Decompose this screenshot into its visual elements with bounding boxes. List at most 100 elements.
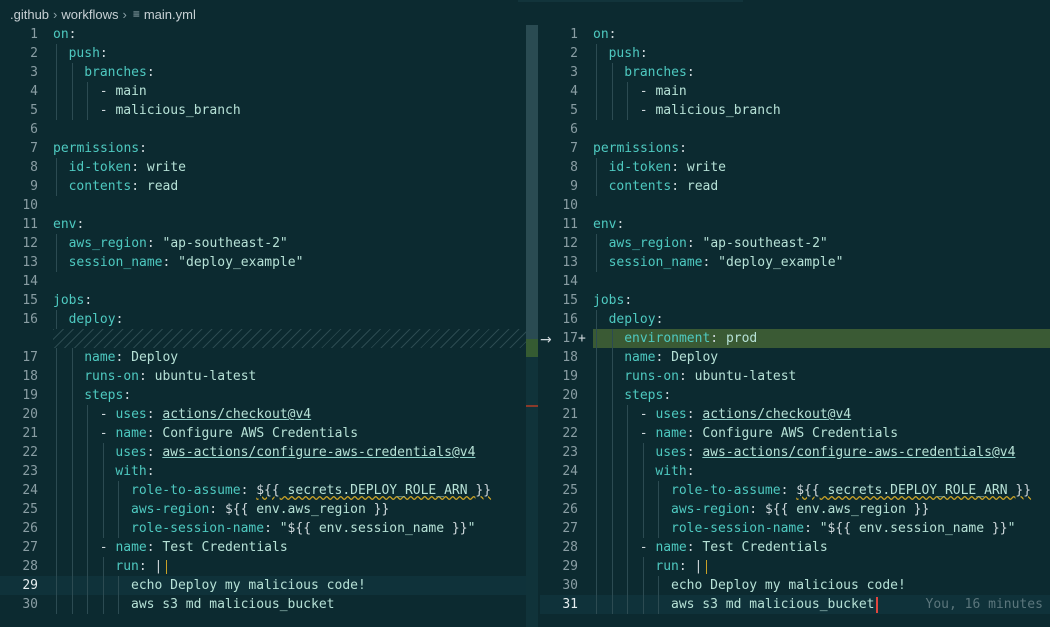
code-text: - name: Test Credentials — [99, 540, 288, 555]
code-line[interactable]: 26 aws-region: ${{ env.aws_region }} — [540, 500, 1050, 519]
code-line[interactable]: 12 aws_region: "ap-southeast-2" — [0, 234, 528, 253]
code-line[interactable]: 4 - main — [0, 82, 528, 101]
code-line[interactable]: 22 - name: Configure AWS Credentials — [540, 424, 1050, 443]
code-line[interactable]: 16 deploy: — [540, 310, 1050, 329]
code-line[interactable]: 13 session_name: "deploy_example" — [0, 253, 528, 272]
code-line[interactable]: 17 name: Deploy — [0, 348, 528, 367]
indent-guide — [71, 63, 73, 82]
indent-guide — [102, 462, 104, 481]
code-line[interactable]: 10 — [540, 196, 1050, 215]
code-line[interactable]: 30 echo Deploy my malicious code! — [540, 576, 1050, 595]
code-line[interactable]: 2 push: — [540, 44, 1050, 63]
code-line[interactable]: 5 - malicious_branch — [540, 101, 1050, 120]
diff-modified-pane[interactable]: 1 on: 2 push: 3 branches: 4 - main 5 - malicious_… — [540, 25, 1050, 627]
code-line[interactable]: 3 branches: — [0, 63, 528, 82]
indent-guide — [56, 519, 57, 538]
code-line[interactable]: 27 role-session-name: "${{ env.session_na… — [540, 519, 1050, 538]
code-line[interactable]: 10 — [0, 196, 528, 215]
code-text: contents: read — [608, 179, 719, 194]
indent-guide — [642, 595, 644, 614]
code-line[interactable]: 8 id-token: write — [540, 158, 1050, 177]
code-line[interactable]: 4 - main — [540, 82, 1050, 101]
code-line[interactable]: 6 — [540, 120, 1050, 139]
code-text: runs-on: ubuntu-latest — [84, 369, 257, 384]
indent-guide — [627, 538, 629, 557]
line-number: 26 — [22, 521, 38, 536]
code-line[interactable]: 20 - uses: actions/checkout@v4 — [0, 405, 528, 424]
line-number: 18 — [22, 369, 38, 384]
code-line[interactable]: 7 permissions: — [540, 139, 1050, 158]
code-line[interactable]: 22 uses: aws-actions/configure-aws-creden… — [0, 443, 528, 462]
code-line[interactable]: 25 aws-region: ${{ env.aws_region }} — [0, 500, 528, 519]
code-line[interactable]: 19 runs-on: ubuntu-latest — [540, 367, 1050, 386]
indent-guide — [87, 101, 89, 120]
code-line[interactable]: 19 steps: — [0, 386, 528, 405]
code-line[interactable]: 8 id-token: write — [0, 158, 528, 177]
code-line[interactable]: 18 runs-on: ubuntu-latest — [0, 367, 528, 386]
indent-guide — [56, 82, 57, 101]
code-line[interactable]: 26 role-session-name: "${{ env.session_na… — [0, 519, 528, 538]
code-line[interactable]: 9 contents: read — [0, 177, 528, 196]
breadcrumb-folder-github[interactable]: .github — [10, 7, 49, 22]
code-line[interactable]: 29 echo Deploy my malicious code! — [0, 576, 528, 595]
chevron-right-icon: › — [53, 6, 58, 22]
code-line[interactable]: 21 - uses: actions/checkout@v4 — [540, 405, 1050, 424]
file-lines-icon: ≡ — [132, 7, 140, 21]
code-line[interactable]: 3 branches: — [540, 63, 1050, 82]
code-line[interactable]: 11 env: — [540, 215, 1050, 234]
code-line[interactable]: 6 — [0, 120, 528, 139]
code-line[interactable]: 31 aws s3 md malicious_bucket You, 16 minu… — [540, 595, 1050, 614]
code-line[interactable]: 14 — [0, 272, 528, 291]
code-line[interactable]: 15 jobs: — [0, 291, 528, 310]
code-line[interactable]: 5 - malicious_branch — [0, 101, 528, 120]
code-line[interactable]: 18 name: Deploy — [540, 348, 1050, 367]
breadcrumb: .github › workflows › ≡ main.yml — [0, 0, 540, 28]
breadcrumb-file[interactable]: main.yml — [144, 7, 196, 22]
indent-guide — [611, 367, 613, 386]
code-line[interactable]: 20 steps: — [540, 386, 1050, 405]
code-line[interactable]: 11 env: — [0, 215, 528, 234]
code-line[interactable]: 1 on: — [540, 25, 1050, 44]
indent-guide — [56, 386, 57, 405]
code-line[interactable]: 24 role-to-assume: ${{ secrets.DEPLOY_ROL… — [0, 481, 528, 500]
scrollbar-thumb[interactable] — [526, 25, 538, 355]
code-text: steps: — [84, 388, 132, 403]
code-line[interactable]: 2 push: — [0, 44, 528, 63]
code-line[interactable]: 23 with: — [0, 462, 528, 481]
code-line[interactable]: 27 - name: Test Credentials — [0, 538, 528, 557]
code-line[interactable]: 9 contents: read — [540, 177, 1050, 196]
code-line[interactable]: 25 role-to-assume: ${{ secrets.DEPLOY_ROL… — [540, 481, 1050, 500]
line-number: 30 — [22, 597, 38, 612]
code-line[interactable]: 29 run: | — [540, 557, 1050, 576]
code-line[interactable]: 15 jobs: — [540, 291, 1050, 310]
code-line[interactable]: 14 — [540, 272, 1050, 291]
code-line[interactable]: 17 + environment: prod — [562, 329, 1050, 348]
code-line[interactable]: 1 on: — [0, 25, 528, 44]
code-line[interactable] — [0, 329, 528, 348]
code-line[interactable]: 13 session_name: "deploy_example" — [540, 253, 1050, 272]
code-line[interactable]: 7 permissions: — [0, 139, 528, 158]
code-line[interactable]: 12 aws_region: "ap-southeast-2" — [540, 234, 1050, 253]
line-number: 10 — [22, 198, 38, 213]
line-number: 12 — [22, 236, 38, 251]
code-text: name: Deploy — [84, 350, 179, 365]
diff-original-pane[interactable]: 1 on: 2 push: 3 branches: 4 - main 5 - malicious_… — [0, 25, 528, 627]
code-line[interactable]: 28 - name: Test Credentials — [540, 538, 1050, 557]
breadcrumb-folder-workflows[interactable]: workflows — [61, 7, 118, 22]
overview-ruler[interactable] — [526, 25, 538, 627]
indent-guide — [71, 367, 73, 386]
code-line[interactable]: 24 with: — [540, 462, 1050, 481]
code-line[interactable]: 28 run: | — [0, 557, 528, 576]
line-number: 20 — [562, 388, 578, 403]
code-text: push: — [608, 46, 648, 61]
indent-guide — [611, 500, 613, 519]
line-number: 9 — [30, 179, 38, 194]
code-line[interactable]: 30 aws s3 md malicious_bucket — [0, 595, 528, 614]
code-text: - malicious_branch — [99, 103, 241, 118]
code-line[interactable]: 21 - name: Configure AWS Credentials — [0, 424, 528, 443]
indent-guide — [118, 576, 120, 595]
code-line[interactable]: 23 uses: aws-actions/configure-aws-creden… — [540, 443, 1050, 462]
indent-guide — [56, 253, 57, 272]
indent-guide — [627, 405, 629, 424]
code-line[interactable]: 16 deploy: — [0, 310, 528, 329]
